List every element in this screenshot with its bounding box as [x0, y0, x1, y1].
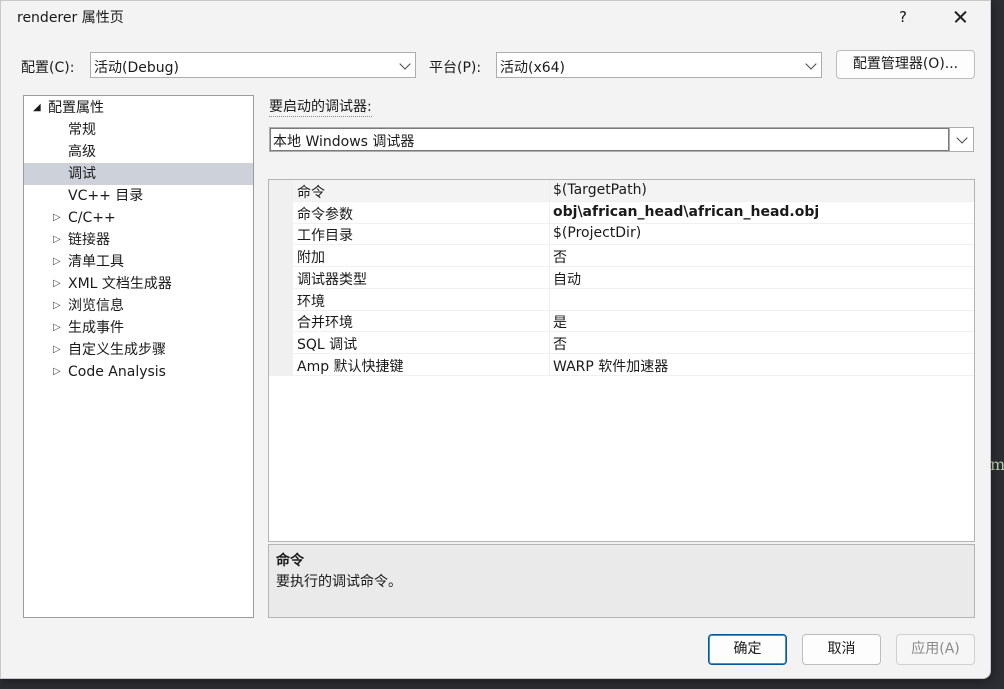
expand-triangle-icon[interactable]: ▷	[53, 229, 61, 251]
debugger-select-value: 本地 Windows 调试器	[273, 134, 415, 150]
grid-margin	[269, 180, 293, 376]
property-row[interactable]: Amp 默认快捷键 WARP 软件加速器	[293, 353, 974, 376]
close-icon[interactable]	[945, 3, 975, 31]
chevron-down-icon	[805, 58, 817, 70]
platform-select-value: 活动(x64)	[500, 60, 566, 76]
property-name: Amp 默认快捷键	[297, 358, 404, 375]
config-label: 配置(C):	[21, 60, 75, 76]
property-value[interactable]: 是	[553, 312, 567, 332]
tree-item-label: C/C++	[68, 210, 116, 226]
property-value[interactable]: obj\african_head\african_head.obj	[553, 204, 819, 220]
property-value[interactable]: $(TargetPath)	[553, 182, 647, 198]
column-divider	[549, 266, 550, 288]
platform-select[interactable]: 活动(x64)	[496, 52, 822, 78]
column-divider	[549, 245, 550, 267]
property-row[interactable]: SQL 调试 否	[293, 331, 974, 354]
expanded-triangle-icon: ◢	[33, 102, 41, 113]
property-value[interactable]: 自动	[553, 269, 581, 289]
column-divider	[549, 331, 550, 353]
tree-item-label: 清单工具	[68, 254, 124, 270]
tree-item[interactable]: ▷ 自定义生成步骤	[24, 339, 253, 361]
expand-triangle-icon[interactable]: ▷	[53, 295, 61, 317]
platform-label: 平台(P):	[429, 60, 482, 76]
tree-item-label: Code Analysis	[68, 364, 166, 380]
property-row[interactable]: 工作目录 $(ProjectDir)	[293, 223, 974, 246]
property-name: 工作目录	[297, 228, 353, 245]
property-row[interactable]: 命令 $(TargetPath)	[293, 180, 974, 202]
apply-button[interactable]: 应用(A)	[896, 634, 975, 665]
tree-item-label: 常规	[68, 122, 96, 138]
title-bar: renderer 属性页 ?	[1, 1, 990, 33]
property-value[interactable]: 否	[553, 247, 567, 267]
property-value[interactable]: $(ProjectDir)	[553, 225, 641, 241]
expand-triangle-icon[interactable]: ▷	[53, 251, 61, 273]
property-pages-dialog: renderer 属性页 ? 配置(C): 活动(Debug) 平台(P): 活…	[0, 0, 991, 679]
property-value[interactable]: 否	[553, 334, 567, 354]
expand-triangle-icon[interactable]: ▷	[53, 207, 61, 229]
column-divider	[549, 288, 550, 310]
property-row[interactable]: 附加 否	[293, 245, 974, 268]
expand-triangle-icon[interactable]: ▷	[53, 361, 61, 383]
property-name: 命令	[297, 185, 325, 201]
ok-button[interactable]: 确定	[708, 634, 787, 665]
property-name: SQL 调试	[297, 336, 358, 353]
property-row[interactable]: 合并环境 是	[293, 310, 974, 333]
tree-item[interactable]: ▷ 清单工具	[24, 251, 253, 273]
tree-item[interactable]: ▷ XML 文档生成器	[24, 273, 253, 295]
help-button[interactable]: ?	[889, 3, 917, 31]
tree-item-label: VC++ 目录	[68, 188, 144, 204]
tree-item[interactable]: 常规	[24, 119, 253, 141]
tree-item[interactable]: VC++ 目录	[24, 185, 253, 207]
tree-item[interactable]: ▷ 链接器	[24, 229, 253, 251]
tree-item-label: 浏览信息	[68, 298, 124, 314]
tree-item[interactable]: ▷ 浏览信息	[24, 295, 253, 317]
config-select-value: 活动(Debug)	[94, 60, 179, 76]
tree-item[interactable]: 高级	[24, 141, 253, 163]
bg-fragment: m	[990, 455, 1004, 474]
expand-triangle-icon[interactable]: ▷	[53, 339, 61, 361]
property-grid: 命令 $(TargetPath) 命令参数 obj\african_head\afri…	[268, 179, 975, 542]
tree-item-label: 调试	[68, 166, 96, 182]
property-name: 附加	[297, 250, 325, 267]
tree-root[interactable]: ◢ 配置属性	[24, 97, 253, 119]
column-divider	[549, 310, 550, 332]
property-name: 合并环境	[297, 315, 353, 332]
config-manager-button[interactable]: 配置管理器(O)...	[836, 50, 975, 79]
tree-item-label: 链接器	[68, 232, 110, 248]
tree-item-label: 生成事件	[68, 320, 124, 336]
property-row[interactable]: 环境	[293, 288, 974, 311]
expand-triangle-icon[interactable]: ▷	[53, 317, 61, 339]
column-divider	[549, 223, 550, 245]
property-name: 调试器类型	[297, 271, 367, 288]
config-select[interactable]: 活动(Debug)	[90, 52, 416, 78]
description-panel: 命令 要执行的调试命令。	[268, 544, 975, 618]
property-name: 环境	[297, 293, 325, 310]
property-name: 命令参数	[297, 206, 353, 223]
tree-item[interactable]: ▷ Code Analysis	[24, 361, 253, 383]
tree-item-label: 自定义生成步骤	[68, 342, 166, 358]
debugger-select[interactable]: 本地 Windows 调试器	[269, 127, 974, 152]
expand-triangle-icon[interactable]: ▷	[53, 273, 61, 295]
tree-item[interactable]: ▷ C/C++	[24, 207, 253, 229]
cancel-button[interactable]: 取消	[802, 634, 881, 665]
tree-item-label: XML 文档生成器	[68, 276, 172, 292]
chevron-down-icon	[956, 132, 968, 144]
tree-item-label: 高级	[68, 144, 96, 160]
column-divider	[549, 353, 550, 375]
description-title: 命令	[276, 553, 304, 569]
column-divider	[549, 201, 550, 223]
chevron-down-icon	[399, 58, 411, 70]
debugger-label: 要启动的调试器:	[269, 96, 372, 117]
description-text: 要执行的调试命令。	[276, 574, 402, 590]
tree-root-label: 配置属性	[48, 100, 104, 116]
property-tree: ◢ 配置属性 常规高级调试 VC++ 目录 ▷ C/C++ ▷ 链接器 ▷ 清单工具 ▷ XML …	[23, 95, 254, 618]
window-title: renderer 属性页	[17, 10, 124, 26]
tree-item[interactable]: 调试	[24, 163, 253, 185]
property-row[interactable]: 调试器类型 自动	[293, 266, 974, 289]
column-divider	[549, 180, 550, 201]
tree-item[interactable]: ▷ 生成事件	[24, 317, 253, 339]
property-row[interactable]: 命令参数 obj\african_head\african_head.obj	[293, 201, 974, 224]
property-value[interactable]: WARP 软件加速器	[553, 356, 668, 376]
